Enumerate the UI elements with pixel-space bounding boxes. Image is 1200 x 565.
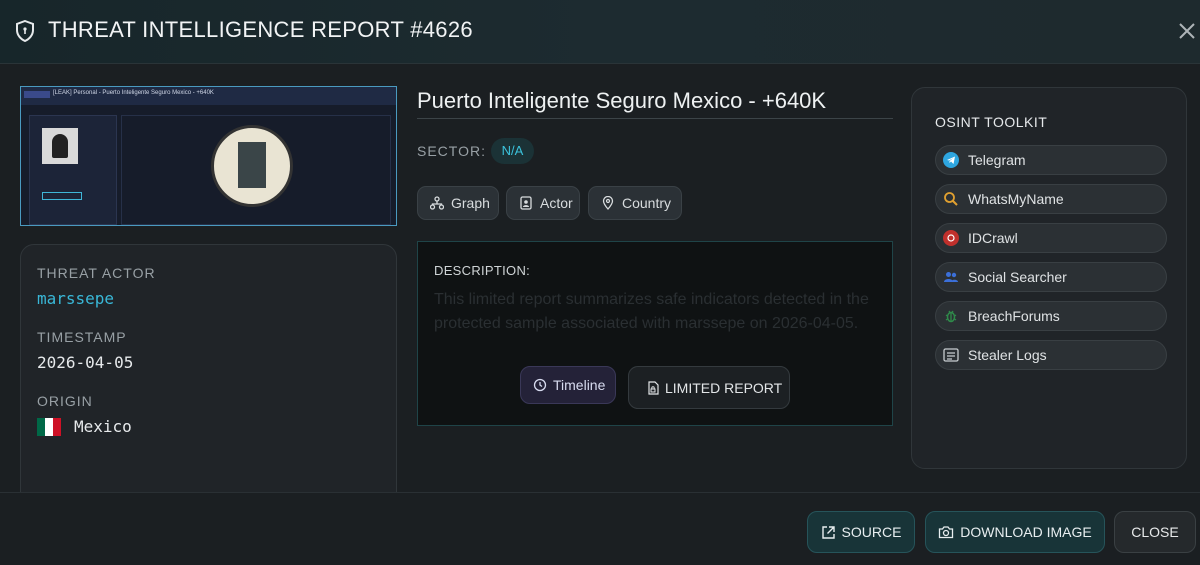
actor-button[interactable]: Actor	[506, 186, 580, 220]
tool-breachforums-label: BreachForums	[968, 308, 1060, 324]
mexico-flag-icon	[37, 418, 61, 436]
country-button-label: Country	[622, 195, 672, 211]
close-button[interactable]: CLOSE	[1114, 511, 1196, 553]
thumbnail-caption: [LEAK] Personal - Puerto Inteligente Seg…	[53, 90, 214, 96]
camera-icon	[939, 526, 954, 539]
idcrawl-icon	[943, 230, 959, 246]
timestamp-label: TIMESTAMP	[37, 329, 127, 345]
description-panel: DESCRIPTION: This limited report summari…	[417, 241, 893, 426]
tool-idcrawl-label: IDCrawl	[968, 230, 1018, 246]
download-image-button[interactable]: DOWNLOAD IMAGE	[925, 511, 1105, 553]
tool-social-searcher-label: Social Searcher	[968, 269, 1067, 285]
tool-stealer-logs[interactable]: Stealer Logs	[935, 340, 1167, 370]
country-button[interactable]: Country	[588, 186, 682, 220]
thumbnail-profile-panel	[29, 115, 117, 225]
thumbnail-topbar: [LEAK] Personal - Puerto Inteligente Seg…	[21, 87, 396, 105]
tool-social-searcher[interactable]: Social Searcher	[935, 262, 1167, 292]
thumbnail-member-badge	[42, 192, 82, 200]
timestamp-value: 2026-04-05	[37, 353, 134, 372]
modal-title: THREAT INTELLIGENCE REPORT #4626	[48, 17, 473, 42]
tool-breachforums[interactable]: BreachForums	[935, 301, 1167, 331]
tool-telegram-label: Telegram	[968, 152, 1026, 168]
source-button[interactable]: SOURCE	[807, 511, 915, 553]
graph-button[interactable]: Graph	[417, 186, 499, 220]
download-image-button-label: DOWNLOAD IMAGE	[960, 524, 1092, 540]
graph-button-label: Graph	[451, 195, 490, 211]
evidence-thumbnail[interactable]: [LEAK] Personal - Puerto Inteligente Seg…	[20, 86, 397, 226]
limited-report-button-label: LIMITED REPORT	[665, 379, 783, 396]
timeline-button-label: Timeline	[553, 377, 606, 393]
external-link-icon	[821, 525, 835, 539]
tool-idcrawl[interactable]: IDCrawl	[935, 223, 1167, 253]
seal-image	[211, 125, 293, 207]
tool-whatsmyname-label: WhatsMyName	[968, 191, 1064, 207]
threat-actor-value[interactable]: marssepe	[37, 289, 114, 308]
graph-icon	[430, 196, 444, 210]
bug-icon	[943, 308, 959, 324]
origin-value: Mexico	[74, 417, 132, 436]
sector-badge: N/A	[491, 138, 534, 164]
telegram-icon	[943, 152, 959, 168]
origin-label: ORIGIN	[37, 393, 93, 409]
description-label: DESCRIPTION:	[434, 263, 531, 278]
timeline-button[interactable]: Timeline	[520, 366, 616, 404]
thumbnail-avatar	[42, 128, 78, 164]
clock-icon	[533, 378, 547, 392]
id-badge-icon	[520, 196, 532, 210]
title-divider	[417, 118, 893, 119]
sector-label: SECTOR:	[417, 143, 486, 159]
map-pin-icon	[602, 196, 614, 210]
description-text: This limited report summarizes safe indi…	[434, 291, 869, 332]
file-lock-icon	[648, 380, 659, 395]
osint-toolkit-panel: OSINT TOOLKIT Telegram WhatsMyName IDCra…	[911, 87, 1187, 469]
limited-report-button[interactable]: LIMITED REPORT	[628, 366, 790, 409]
thumbnail-tag	[24, 91, 50, 98]
close-icon[interactable]	[1176, 20, 1198, 42]
tool-stealer-logs-label: Stealer Logs	[968, 347, 1047, 363]
users-icon	[943, 269, 959, 285]
source-button-label: SOURCE	[841, 524, 902, 540]
modal-header: THREAT INTELLIGENCE REPORT #4626	[0, 0, 1200, 64]
tool-telegram[interactable]: Telegram	[935, 145, 1167, 175]
search-icon	[943, 191, 959, 207]
shield-icon	[16, 20, 34, 42]
osint-toolkit-title: OSINT TOOLKIT	[935, 114, 1048, 130]
terminal-icon	[943, 347, 959, 363]
threat-actor-label: THREAT ACTOR	[37, 265, 156, 281]
tool-whatsmyname[interactable]: WhatsMyName	[935, 184, 1167, 214]
close-button-label: CLOSE	[1131, 524, 1179, 540]
report-title: Puerto Inteligente Seguro Mexico - +640K	[417, 88, 827, 113]
actor-button-label: Actor	[540, 195, 573, 211]
